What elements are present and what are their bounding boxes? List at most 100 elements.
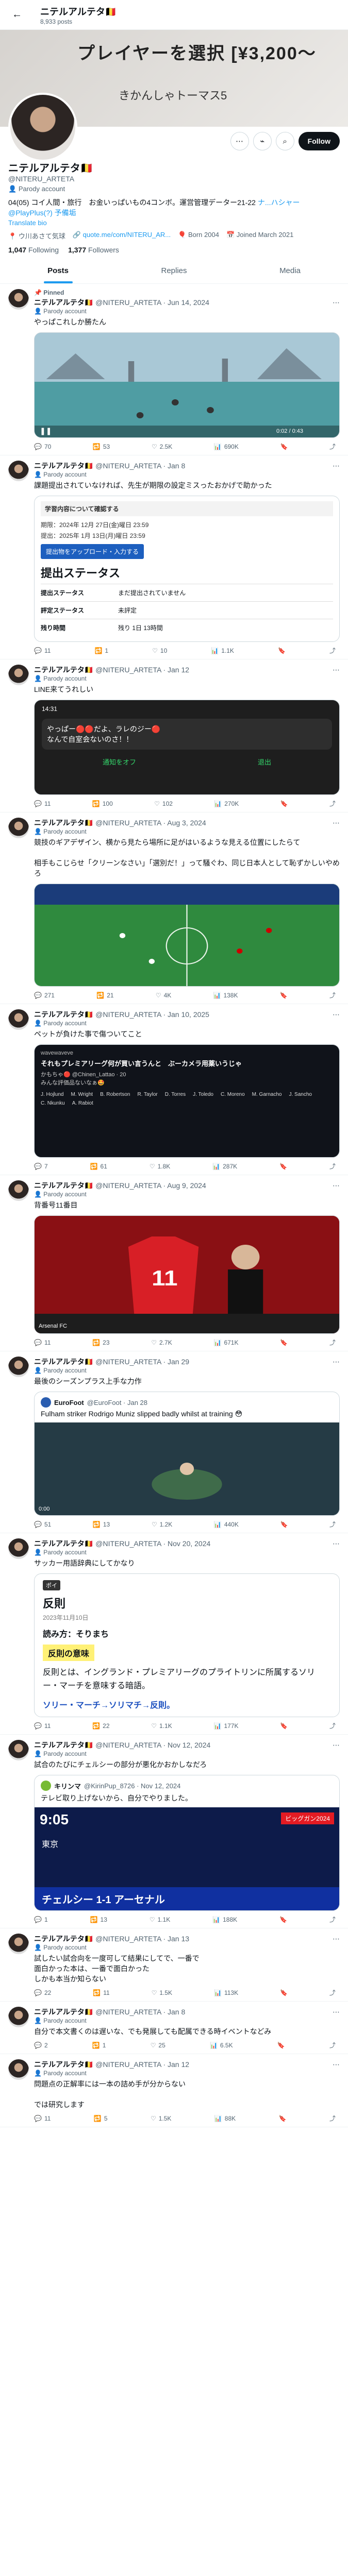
tv-image[interactable]: 9:05 東京 ビッグガン2024 チェルシー 1-1 アーセナル xyxy=(35,1807,339,1910)
post[interactable]: ニテルアルテタ🇧🇪 @NITERU_ARTETA · Jan 8 ⋯ 👤 Parody… xyxy=(0,2002,348,2054)
follow-button[interactable]: Follow xyxy=(298,132,340,150)
post-handle-date[interactable]: @NITERU_ARTETA · Jan 29 xyxy=(95,1358,189,1366)
like-button[interactable]: ♡ 1.5K xyxy=(151,2114,171,2123)
share-icon[interactable]: ⤴ xyxy=(329,646,336,655)
post-author-name[interactable]: ニテルアルテタ🇧🇪 xyxy=(34,665,93,675)
repost-button[interactable]: 🔁 1 xyxy=(92,2041,106,2049)
like-button[interactable]: ♡ 1.1K xyxy=(151,1721,172,1730)
kit-reveal-image[interactable]: 11 Arsenal FC xyxy=(34,1215,340,1334)
share-icon[interactable]: ⤴ xyxy=(329,442,336,451)
post[interactable]: ニテルアルテタ🇧🇪 @NITERU_ARTETA · Aug 9, 2024 ⋯ 👤 … xyxy=(0,1175,348,1351)
reply-button[interactable]: 💬 11 xyxy=(34,646,51,655)
bookmark-icon[interactable]: 🔖 xyxy=(279,1162,287,1171)
post-author-name[interactable]: ニテルアルテタ🇧🇪 xyxy=(34,1934,93,1944)
post-avatar[interactable] xyxy=(8,289,29,310)
views-button[interactable]: 📊 1.1K xyxy=(211,646,234,655)
post-avatar[interactable] xyxy=(8,1538,29,1559)
post-handle-date[interactable]: @NITERU_ARTETA · Jan 8 xyxy=(95,462,185,470)
post-avatar[interactable] xyxy=(8,2059,29,2080)
views-button[interactable]: 📊 690K xyxy=(214,442,239,451)
views-button[interactable]: 📊 113K xyxy=(214,1988,238,1997)
translate-bio-link[interactable]: Translate bio xyxy=(8,219,340,227)
bookmark-icon[interactable]: 🔖 xyxy=(280,1338,288,1347)
share-icon[interactable]: ⤴ xyxy=(329,991,336,999)
post-handle-date[interactable]: @NITERU_ARTETA · Jun 14, 2024 xyxy=(95,298,209,307)
reply-button[interactable]: 💬 51 xyxy=(34,1520,51,1529)
bookmark-icon[interactable]: 🔖 xyxy=(280,1520,288,1529)
post-author-name[interactable]: ニテルアルテタ🇧🇪 xyxy=(34,2059,93,2070)
post[interactable]: ニテルアルテタ🇧🇪 @NITERU_ARTETA · Aug 3, 2024 ⋯ 👤 … xyxy=(0,812,348,1004)
post-more-icon[interactable]: ⋯ xyxy=(333,1539,340,1548)
bookmark-icon[interactable]: 🔖 xyxy=(280,442,288,451)
post[interactable]: ニテルアルテタ🇧🇪 @NITERU_ARTETA · Jan 12 ⋯ 👤 Parod… xyxy=(0,659,348,812)
post[interactable]: ニテルアルテタ🇧🇪 @NITERU_ARTETA · Nov 12, 2024 ⋯ 👤… xyxy=(0,1735,348,1928)
repost-button[interactable]: 🔁 23 xyxy=(92,1338,109,1347)
post-avatar[interactable] xyxy=(8,818,29,838)
post[interactable]: ニテルアルテタ🇧🇪 @NITERU_ARTETA · Jan 13 ⋯ 👤 Parod… xyxy=(0,1928,348,2002)
like-button[interactable]: ♡ 1.5K xyxy=(152,1988,172,1997)
post-handle-date[interactable]: @NITERU_ARTETA · Jan 13 xyxy=(95,1935,189,1943)
share-icon[interactable]: ⤴ xyxy=(329,1338,336,1347)
bookmark-icon[interactable]: 🔖 xyxy=(279,1915,287,1924)
post-avatar[interactable] xyxy=(8,461,29,481)
post-author-name[interactable]: ニテルアルテタ🇧🇪 xyxy=(34,461,93,471)
reply-button[interactable]: 💬 11 xyxy=(34,2114,51,2123)
post-more-icon[interactable]: ⋯ xyxy=(333,2060,340,2069)
bookmark-icon[interactable]: 🔖 xyxy=(278,646,286,655)
views-button[interactable]: 📊 138K xyxy=(213,991,238,999)
repost-button[interactable]: 🔁 5 xyxy=(94,2114,108,2123)
post-avatar[interactable] xyxy=(8,1357,29,1377)
post[interactable]: ニテルアルテタ🇧🇪 @NITERU_ARTETA · Jan 8 ⋯ 👤 Parody… xyxy=(0,455,348,659)
bookmark-icon[interactable]: 🔖 xyxy=(279,2114,287,2123)
repost-button[interactable]: 🔁 1 xyxy=(94,646,108,655)
like-button[interactable]: ♡ 1.2K xyxy=(152,1520,172,1529)
bookmark-icon[interactable]: 🔖 xyxy=(280,1988,288,1997)
post-more-icon[interactable]: ⋯ xyxy=(333,1741,340,1750)
share-icon[interactable]: ⤴ xyxy=(329,1721,336,1730)
reply-button[interactable]: 💬 1 xyxy=(34,1915,48,1924)
tab-media[interactable]: Media xyxy=(232,258,348,283)
post-more-icon[interactable]: ⋯ xyxy=(333,666,340,674)
back-arrow-icon[interactable]: ← xyxy=(8,6,26,24)
post-author-name[interactable]: ニテルアルテタ🇧🇪 xyxy=(34,2007,93,2017)
post-author-name[interactable]: ニテルアルテタ🇧🇪 xyxy=(34,297,93,308)
share-icon[interactable]: ⤴ xyxy=(329,2114,336,2123)
post-author-name[interactable]: ニテルアルテタ🇧🇪 xyxy=(34,1538,93,1549)
repost-button[interactable]: 🔁 21 xyxy=(96,991,113,999)
repost-button[interactable]: 🔁 61 xyxy=(90,1162,107,1171)
reply-button[interactable]: 💬 11 xyxy=(34,799,51,808)
followers-link[interactable]: 1,377 Followers xyxy=(68,246,119,254)
tab-posts[interactable]: Posts xyxy=(0,258,116,283)
profile-avatar[interactable] xyxy=(8,93,77,162)
search-icon[interactable]: ⌕ xyxy=(275,132,294,150)
post-more-icon[interactable]: ⋯ xyxy=(333,462,340,470)
post[interactable]: ニテルアルテタ🇧🇪 @NITERU_ARTETA · Jan 10, 2025 ⋯ 👤… xyxy=(0,1004,348,1175)
post-avatar[interactable] xyxy=(8,2007,29,2027)
dictionary-screenshot[interactable]: ポイ 反則 2023年11月10日 読み方：そりまち 反則の意味 反則とは、イン… xyxy=(34,1573,340,1717)
views-button[interactable]: 📊 270K xyxy=(214,799,239,808)
post-handle-date[interactable]: @NITERU_ARTETA · Aug 3, 2024 xyxy=(95,819,206,827)
post-handle-date[interactable]: @NITERU_ARTETA · Aug 9, 2024 xyxy=(95,1181,206,1190)
post-author-name[interactable]: ニテルアルテタ🇧🇪 xyxy=(34,1357,93,1367)
share-icon[interactable]: ⤴ xyxy=(329,1915,336,1924)
post-more-icon[interactable]: ⋯ xyxy=(333,1181,340,1190)
post-more-icon[interactable]: ⋯ xyxy=(333,2008,340,2016)
like-button[interactable]: ♡ 10 xyxy=(152,646,167,655)
repost-button[interactable]: 🔁 11 xyxy=(93,1988,109,1997)
post[interactable]: ニテルアルテタ🇧🇪 @NITERU_ARTETA · Jan 12 ⋯ 👤 Parod… xyxy=(0,2054,348,2127)
post-handle-date[interactable]: @NITERU_ARTETA · Jan 12 xyxy=(95,666,189,674)
views-button[interactable]: 📊 177K xyxy=(213,1721,238,1730)
reply-button[interactable]: 💬 2 xyxy=(34,2041,48,2049)
post[interactable]: 📌 Pinned ニテルアルテタ🇧🇪 @NITERU_ARTETA · Jun 14… xyxy=(0,284,348,455)
bookmark-icon[interactable]: 🔖 xyxy=(280,1721,288,1730)
post-author-name[interactable]: ニテルアルテタ🇧🇪 xyxy=(34,818,93,828)
post-avatar[interactable] xyxy=(8,665,29,685)
fut-pack-screenshot[interactable]: wavewaveve それもプレミアリーグ何が買い言うんと ぶーカメラ用薬いうじ… xyxy=(34,1044,340,1158)
match-image[interactable] xyxy=(34,884,340,987)
post-more-icon[interactable]: ⋯ xyxy=(333,819,340,827)
post[interactable]: ニテルアルテタ🇧🇪 @NITERU_ARTETA · Nov 20, 2024 ⋯ 👤… xyxy=(0,1533,348,1735)
post-author-name[interactable]: ニテルアルテタ🇧🇪 xyxy=(34,1180,93,1191)
post[interactable]: ニテルアルテタ🇧🇪 @NITERU_ARTETA · Jan 29 ⋯ 👤 Parod… xyxy=(0,1351,348,1533)
bookmark-icon[interactable]: 🔖 xyxy=(280,799,288,808)
repost-button[interactable]: 🔁 53 xyxy=(93,442,110,451)
